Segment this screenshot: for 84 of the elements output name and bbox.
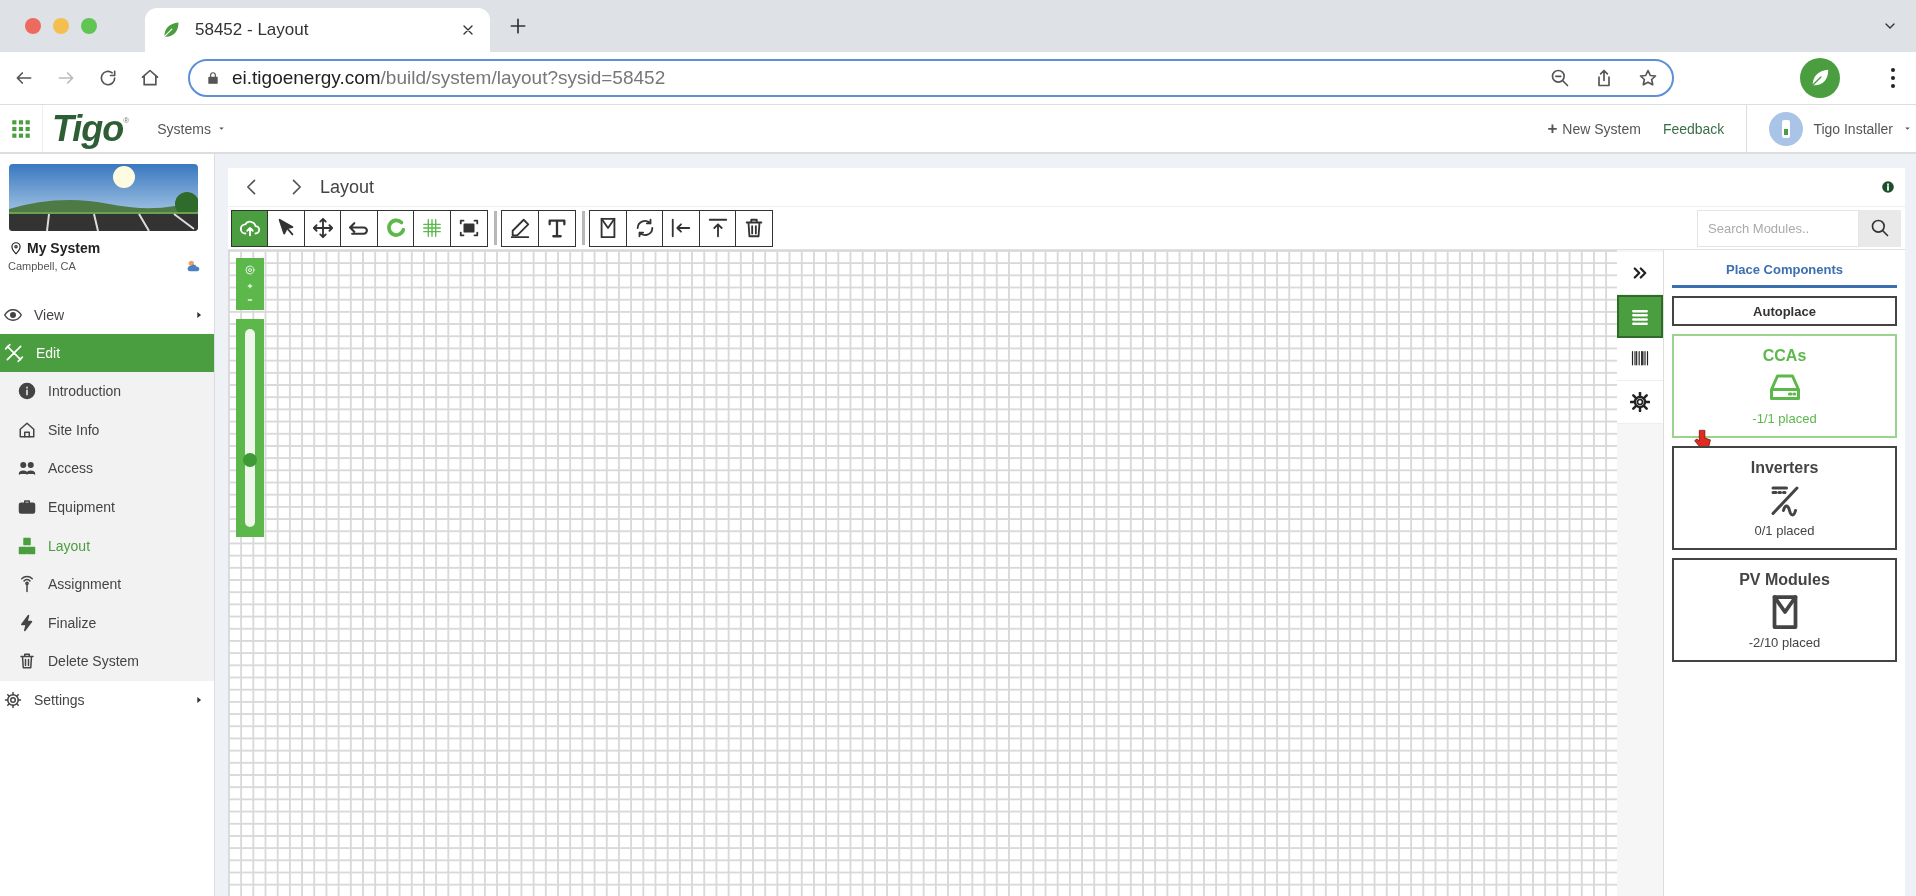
tool-button[interactable] [501, 209, 539, 247]
tool-button[interactable] [340, 209, 378, 247]
systems-menu[interactable]: Systems [157, 120, 226, 137]
search-icon [1870, 218, 1890, 238]
star-icon [1638, 68, 1658, 88]
info-icon [18, 382, 36, 401]
panel-title: Layout [320, 176, 375, 198]
tool-button[interactable] [267, 209, 305, 247]
zoom-out-icon [1550, 68, 1570, 88]
nav-subitem[interactable]: Delete System [0, 642, 214, 681]
side-tool-button[interactable] [1617, 295, 1663, 338]
tool-button[interactable] [662, 209, 700, 247]
house-icon [18, 420, 36, 439]
move-icon [311, 217, 334, 239]
weather-icon [186, 258, 202, 274]
trash-icon [18, 652, 36, 671]
new-system-link[interactable]: + New System [1547, 118, 1641, 139]
slider-thumb[interactable] [243, 452, 257, 467]
settings-icon [4, 690, 22, 709]
grid-icon [421, 217, 443, 239]
tool-button[interactable] [698, 209, 737, 247]
apps-grid-icon [11, 118, 31, 139]
logo: Tigo [52, 107, 124, 150]
nav-subitem[interactable]: Equipment [0, 487, 214, 527]
tool-button[interactable] [735, 209, 773, 247]
nav-subitem[interactable]: Finalize [0, 603, 214, 643]
panels-icon [18, 536, 36, 555]
nav-subitem[interactable]: Site Info [0, 410, 214, 450]
info-icon [1881, 180, 1895, 194]
magnet-icon [384, 217, 407, 239]
tool-button[interactable] [230, 209, 269, 247]
system-name: My System [27, 240, 101, 256]
reload-button[interactable] [98, 68, 118, 88]
url-field[interactable]: ei.tigoenergy.com/build/system/layout?sysid=58452 [188, 59, 1674, 97]
lock-icon [206, 71, 220, 85]
user-menu[interactable]: Tigo Installer [1746, 105, 1916, 152]
component-card[interactable]: Inverters 0/1 placed [1672, 446, 1897, 550]
browser-tab[interactable]: 58452 - Layout [145, 8, 490, 52]
autoplace-button[interactable]: Autoplace [1672, 296, 1897, 326]
tool-button[interactable] [376, 209, 415, 247]
trash-icon [743, 217, 765, 239]
leaf-icon [1809, 67, 1831, 89]
more-vertical-icon [1890, 67, 1896, 89]
tool-button[interactable] [589, 209, 627, 247]
tool-button[interactable] [413, 209, 451, 247]
antenna-icon [18, 575, 36, 594]
fit-icon [457, 217, 480, 239]
leaf-icon [161, 20, 181, 40]
component-card[interactable]: PV Modules -2/10 placed [1672, 558, 1897, 662]
undo-icon [349, 221, 369, 235]
feedback-link[interactable]: Feedback [1662, 120, 1725, 137]
home-button[interactable] [140, 68, 160, 88]
place-components-tab[interactable]: Place Components [1672, 254, 1897, 288]
zoom-slider[interactable] [236, 319, 264, 537]
tab-title: 58452 - Layout [195, 20, 310, 40]
tool-button[interactable] [625, 209, 664, 247]
registered-mark: ® [123, 116, 130, 125]
tool-button[interactable] [449, 209, 488, 247]
home-icon [140, 68, 160, 88]
eye-icon [4, 306, 22, 324]
caret-icon [1903, 124, 1912, 133]
search-field[interactable]: Search Modules.. [1697, 209, 1859, 247]
nav-subitem[interactable]: Introduction [0, 372, 214, 411]
extension-button[interactable] [1800, 58, 1840, 98]
align-top-icon [706, 217, 729, 239]
nav-subitem[interactable]: Access [0, 449, 214, 488]
plus-icon [508, 16, 528, 36]
double-chevron-icon [1631, 264, 1649, 282]
caret-icon [216, 124, 226, 133]
nav-subitem[interactable]: Assignment [0, 564, 214, 604]
pencil-icon [509, 217, 531, 239]
tool-button[interactable] [537, 209, 576, 247]
tool-button[interactable] [303, 209, 342, 247]
people-icon [18, 459, 36, 478]
tools-icon [4, 343, 24, 363]
search-button[interactable] [1859, 209, 1901, 247]
align-left-icon [670, 217, 692, 239]
new-tab-button[interactable] [508, 16, 528, 36]
briefcase-icon [18, 498, 36, 517]
pin-icon [9, 241, 23, 255]
reload-icon [98, 68, 118, 88]
location-text: Campbell, CA [8, 260, 76, 272]
settings-icon [1630, 392, 1650, 412]
device-icon [1781, 118, 1792, 139]
